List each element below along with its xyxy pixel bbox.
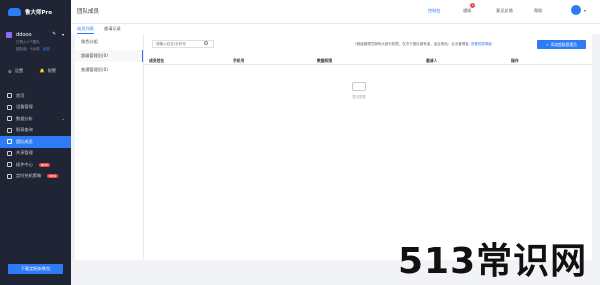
sidebar: 鲁大师Pro ddooo ✎ ▾ 已购入1个团队 团队版 · 5台机 续费 ⚙ 设置… xyxy=(0,0,71,285)
team-icon xyxy=(7,139,12,145)
sidebar-item-devices[interactable]: 设备管理 xyxy=(0,102,71,114)
empty-tray-icon xyxy=(352,82,366,91)
column-data-permission: 数据权限 xyxy=(317,58,333,63)
cloud-logo-icon xyxy=(8,8,21,16)
account-plan: 已购入1个团队 xyxy=(16,40,40,44)
sidebar-item-label: 插件中心 xyxy=(16,161,33,167)
role-hint: *超级管理员拥有大部分权限，仅次于团队拥有者，适合角色：企业管理者 查看权限明细 xyxy=(355,42,492,47)
sub-nav: 成员列表 邀请记录 xyxy=(71,24,600,34)
tab-invite-records[interactable]: 邀请记录 xyxy=(104,26,121,34)
sidebar-item-label: 报表查询 xyxy=(16,127,33,133)
top-bar: 团队成员 控制台 通知 1 意见反馈 帮助 ▾ xyxy=(71,0,600,24)
tab-member-list[interactable]: 成员列表 xyxy=(77,26,94,34)
settings-button[interactable]: ⚙ 设置 xyxy=(8,68,40,74)
account-meta-text: 团队版 · 5台机 xyxy=(16,47,40,51)
sidebar-item-sharing[interactable]: 共享管理 xyxy=(0,148,71,160)
chevron-down-icon[interactable]: ▾ xyxy=(584,8,586,13)
member-table-area: *超级管理员拥有大部分权限，仅次于团队拥有者，适合角色：企业管理者查看权限明细 … xyxy=(144,34,592,260)
role-groups: 角色分组 超级管理员(0) 普通管理员(0) xyxy=(75,34,144,260)
bell-icon: 🔔 xyxy=(39,68,45,73)
role-group-header: 角色分组 xyxy=(81,39,98,44)
renew-link[interactable]: 续费 xyxy=(43,47,50,51)
content-panel: 角色分组 超级管理员(0) 普通管理员(0) *超级管理员拥有大部分权限，仅次于… xyxy=(75,34,592,260)
device-icon xyxy=(7,104,12,110)
sidebar-nav: 首页 设备管理 数据分析 ⌄ 报表查询 团队成员 共享管理 插件中心 NEW 定时关… xyxy=(0,90,71,182)
alerts-button[interactable]: 🔔 报警 xyxy=(40,68,72,74)
column-phone: 手机号 xyxy=(233,58,245,63)
sidebar-item-plugins[interactable]: 插件中心 NEW xyxy=(0,159,71,171)
column-name: 成员姓名 xyxy=(149,58,165,63)
brand[interactable]: 鲁大师Pro xyxy=(0,0,71,24)
column-inviter: 邀请人 xyxy=(426,58,438,63)
alerts-label: 报警 xyxy=(47,68,57,73)
settings-label: 设置 xyxy=(14,68,24,73)
sidebar-item-label: 团队成员 xyxy=(16,138,33,144)
search-icon[interactable] xyxy=(204,41,208,45)
sidebar-item-analytics[interactable]: 数据分析 ⌄ xyxy=(0,113,71,125)
edit-icon[interactable]: ✎ xyxy=(52,32,56,37)
role-hint-text: *超级管理员拥有大部分权限，仅次于团队拥有者，适合角色：企业管理者 xyxy=(355,42,469,46)
help-link[interactable]: 帮助 xyxy=(534,8,542,14)
new-badge: NEW xyxy=(47,174,59,179)
sidebar-item-label: 数据分析 xyxy=(16,115,33,121)
watermark: 513常识网 xyxy=(398,241,588,282)
sidebar-item-label: 首页 xyxy=(16,92,25,98)
feedback-link[interactable]: 意见反馈 xyxy=(496,8,513,14)
view-permissions-link[interactable]: 查看权限明细 xyxy=(471,42,492,46)
share-icon xyxy=(7,150,12,156)
page-title: 团队成员 xyxy=(77,9,100,15)
empty-state: 暂无数据 xyxy=(344,82,374,99)
sidebar-item-team[interactable]: 团队成员 xyxy=(0,136,71,148)
new-badge: NEW xyxy=(38,162,50,167)
sidebar-item-shutdown[interactable]: 定时关机策略 NEW xyxy=(0,171,71,183)
role-super-admin[interactable]: 超级管理员(0) xyxy=(75,50,143,62)
home-icon xyxy=(7,93,12,99)
notifications-link[interactable]: 通知 xyxy=(463,8,471,14)
console-link[interactable]: 控制台 xyxy=(428,8,441,14)
report-icon xyxy=(7,127,12,133)
sidebar-item-home[interactable]: 首页 xyxy=(0,90,71,102)
chevron-down-icon[interactable]: ▾ xyxy=(62,32,64,37)
notification-count-badge: 1 xyxy=(470,3,475,8)
add-super-admin-button[interactable]: + 添加超级管理员 xyxy=(537,40,586,49)
plugin-icon xyxy=(7,162,12,168)
table-header: 成员姓名 手机号 数据权限 邀请人 操作 xyxy=(144,54,592,65)
user-avatar[interactable] xyxy=(571,5,581,15)
column-actions: 操作 xyxy=(511,58,519,63)
sidebar-item-label: 设备管理 xyxy=(16,104,33,110)
sidebar-item-label: 定时关机策略 xyxy=(16,173,42,179)
account-panel: ddooo ✎ ▾ 已购入1个团队 团队版 · 5台机 续费 xyxy=(6,30,65,52)
chart-icon xyxy=(7,116,12,122)
chevron-down-icon: ⌄ xyxy=(61,116,65,122)
clock-icon xyxy=(7,173,12,179)
brand-name: 鲁大师Pro xyxy=(25,10,53,16)
account-name: ddooo xyxy=(16,32,32,38)
sidebar-item-reports[interactable]: 报表查询 xyxy=(0,125,71,137)
gear-icon: ⚙ xyxy=(8,68,12,74)
download-installer-button[interactable]: 下载定制安装包 xyxy=(8,264,63,274)
account-avatar xyxy=(6,32,12,38)
sidebar-item-label: 共享管理 xyxy=(16,150,33,156)
account-meta: 团队版 · 5台机 续费 xyxy=(16,47,50,52)
empty-state-text: 暂无数据 xyxy=(352,95,366,99)
role-normal-admin[interactable]: 普通管理员(0) xyxy=(75,64,143,76)
sidebar-tools: ⚙ 设置 🔔 报警 xyxy=(0,66,71,76)
